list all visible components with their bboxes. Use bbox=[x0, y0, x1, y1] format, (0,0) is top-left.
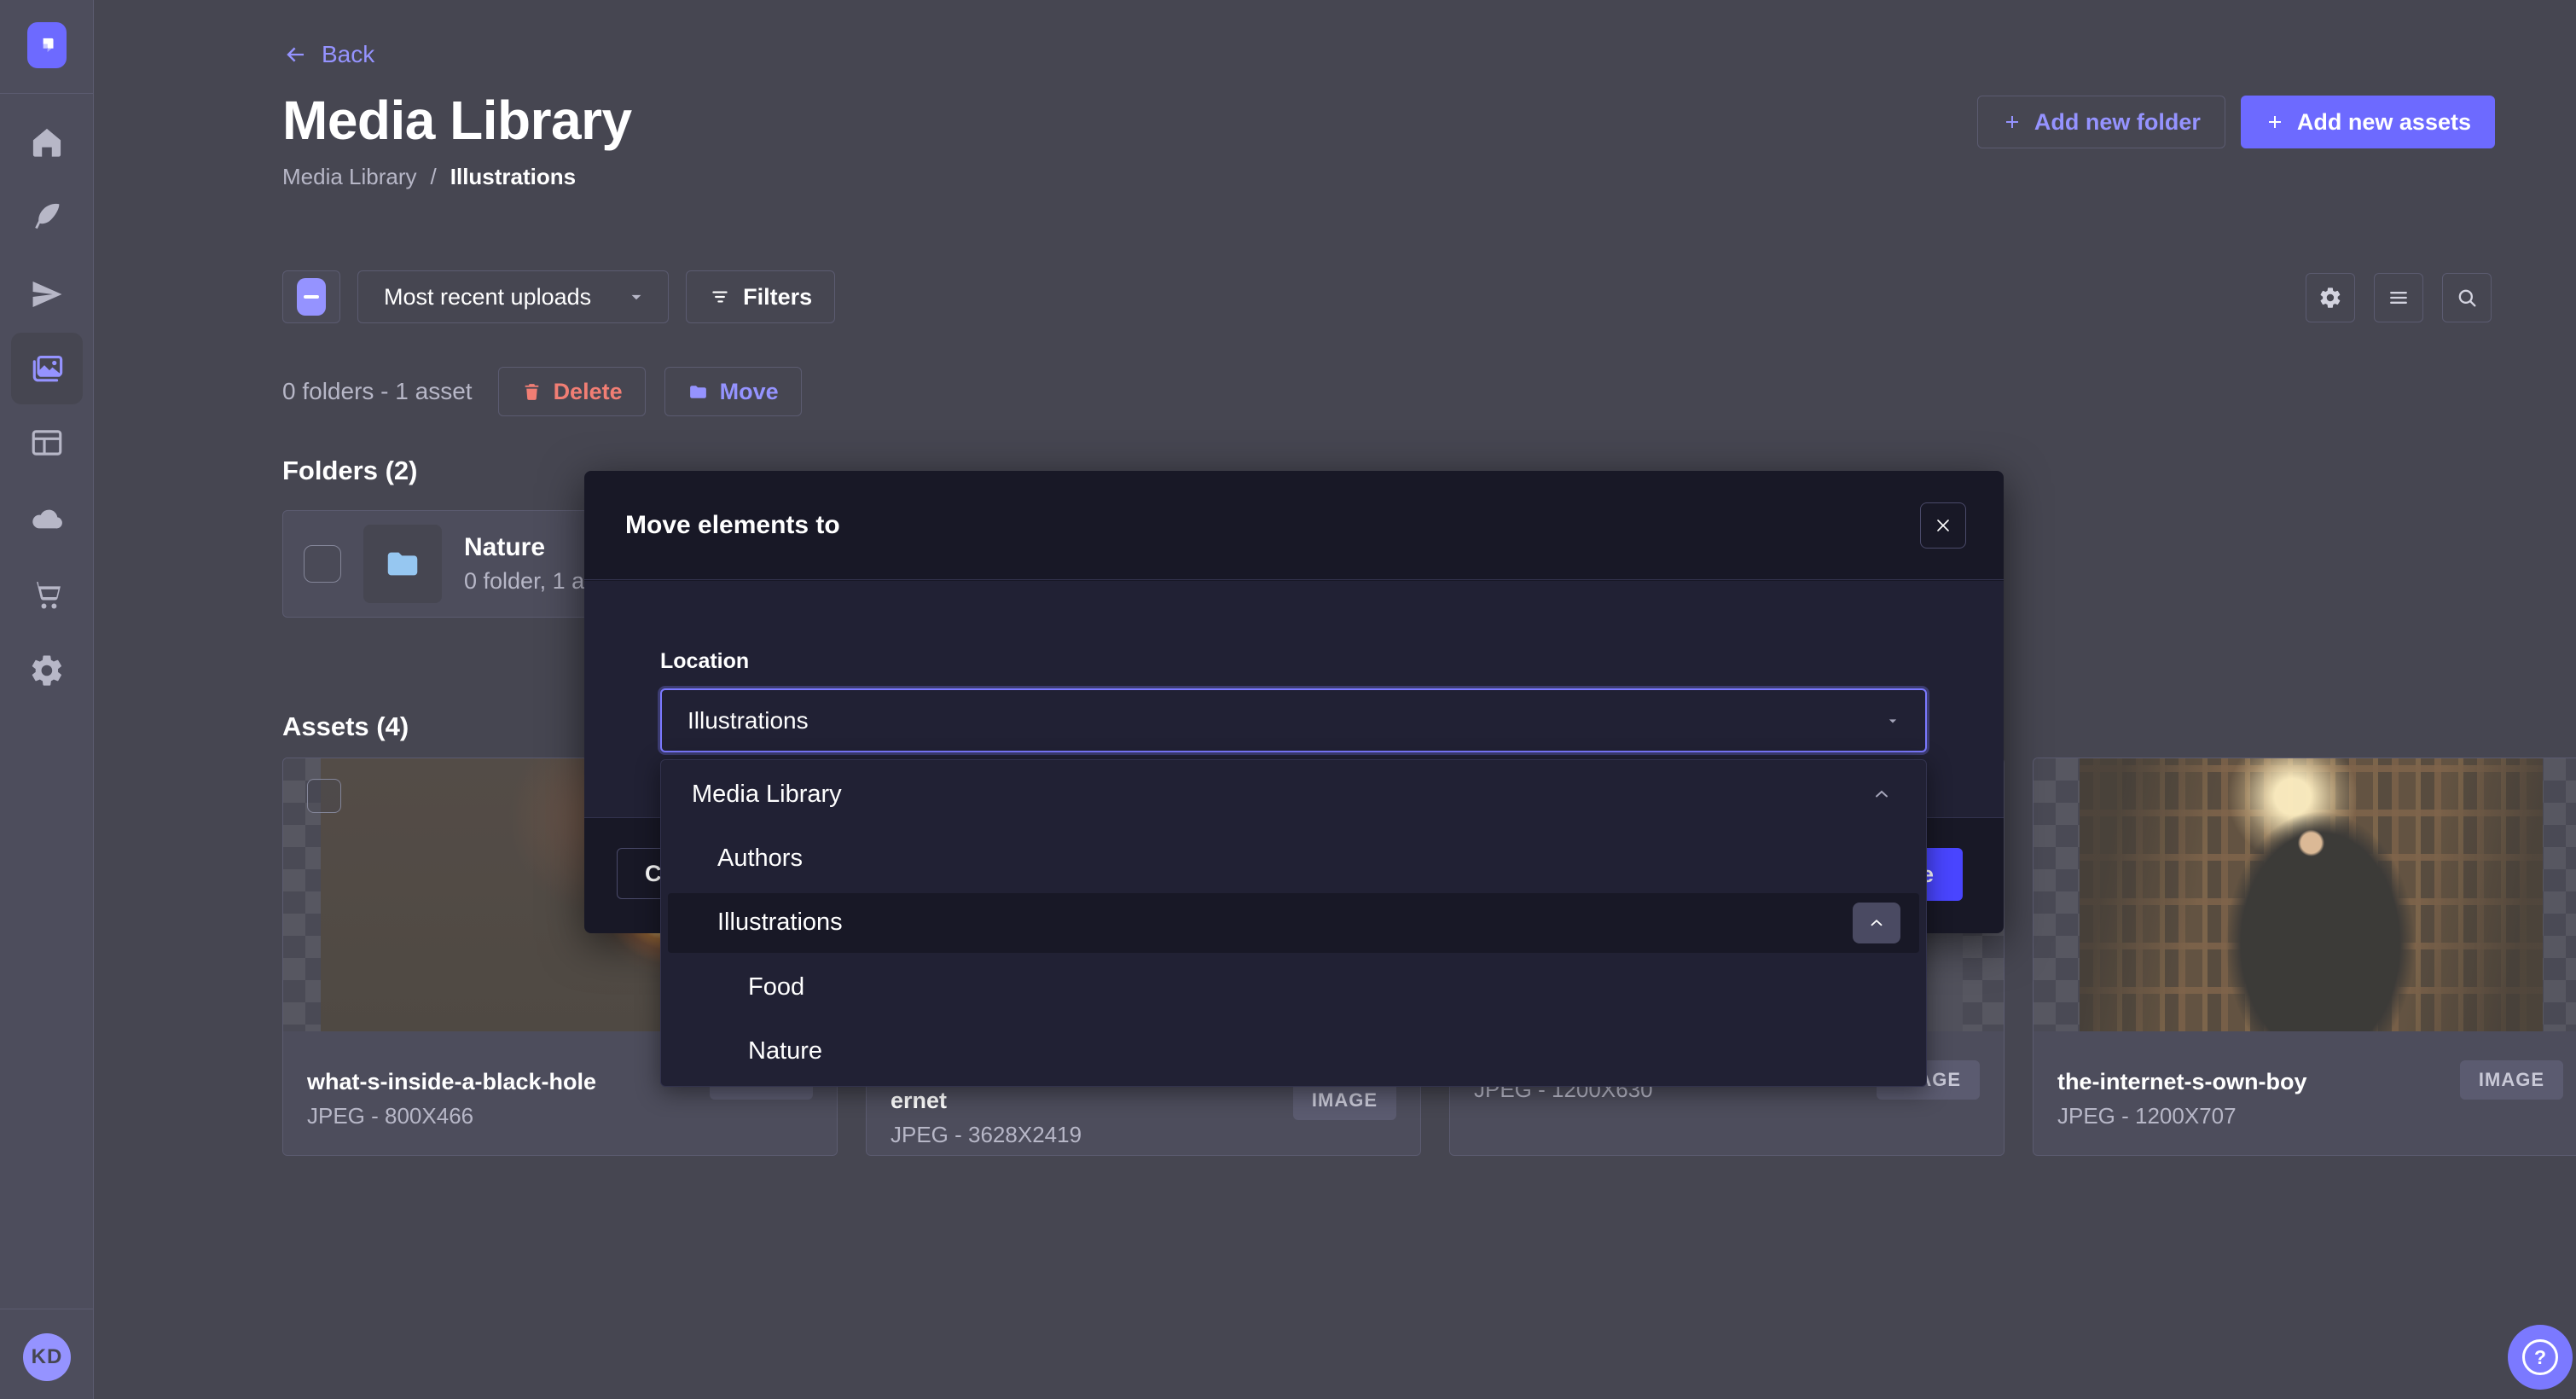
option-label: Nature bbox=[748, 1037, 822, 1065]
close-button[interactable] bbox=[1920, 502, 1966, 549]
help-button[interactable]: ? bbox=[2508, 1325, 2573, 1390]
question-mark-icon: ? bbox=[2522, 1339, 2558, 1375]
location-value: Illustrations bbox=[688, 707, 809, 734]
option-illustrations[interactable]: Illustrations bbox=[668, 893, 1919, 953]
caret-down-icon bbox=[1884, 712, 1901, 729]
location-dropdown: Media Library Authors Illustrations Food… bbox=[660, 759, 1927, 1087]
option-label: Food bbox=[748, 973, 804, 1001]
collapse-toggle-button[interactable] bbox=[1853, 903, 1900, 943]
option-authors[interactable]: Authors bbox=[661, 829, 1926, 889]
location-label: Location bbox=[660, 649, 749, 674]
modal-title: Move elements to bbox=[625, 511, 840, 540]
modal-header: Move elements to bbox=[584, 471, 2004, 580]
option-media-library[interactable]: Media Library bbox=[661, 764, 1926, 824]
option-label: Illustrations bbox=[717, 908, 843, 937]
option-food[interactable]: Food bbox=[661, 957, 1926, 1017]
option-nature[interactable]: Nature bbox=[661, 1022, 1926, 1082]
close-icon bbox=[1933, 515, 1953, 536]
chevron-up-icon[interactable] bbox=[1871, 784, 1892, 804]
option-label: Media Library bbox=[692, 781, 842, 809]
location-combobox[interactable]: Illustrations bbox=[660, 688, 1927, 752]
option-label: Authors bbox=[717, 845, 803, 873]
chevron-up-icon bbox=[1867, 914, 1886, 932]
